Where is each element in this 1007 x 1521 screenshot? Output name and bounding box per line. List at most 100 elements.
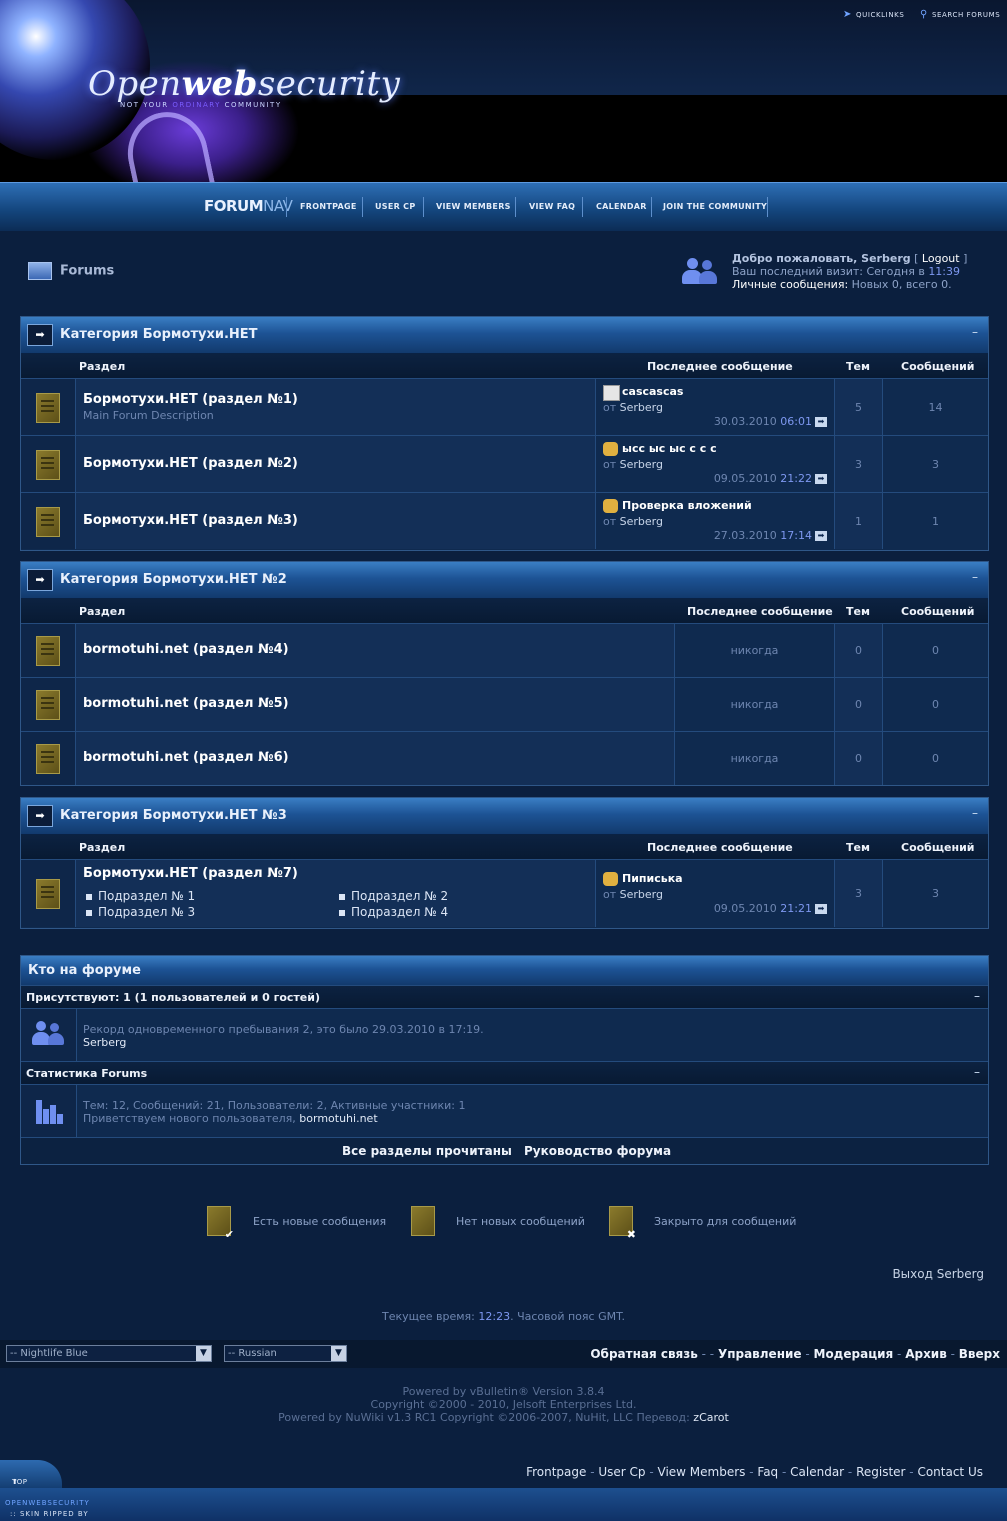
style-select[interactable]: -- Nightlife Blue ▼ — [6, 1345, 212, 1362]
username-link[interactable]: Serberg — [861, 252, 910, 265]
bottom-calendar-link[interactable]: Calendar — [790, 1465, 844, 1479]
forum-status-icon — [36, 450, 60, 480]
quicklinks-link[interactable]: ➤ QUICKLINKS — [843, 9, 904, 20]
site-logo[interactable]: Openwebsecurity — [88, 64, 400, 104]
archive-link[interactable]: Архив — [905, 1347, 947, 1361]
last-post-user[interactable]: Serberg — [620, 401, 663, 414]
last-post-user[interactable]: Serberg — [620, 888, 663, 901]
forum-link[interactable]: Бормотухи.НЕТ (раздел №3) — [83, 513, 298, 528]
nav-user-cp[interactable]: USER CP — [375, 202, 416, 211]
arrow-right-icon[interactable]: ➡ — [27, 569, 53, 591]
footer-bar: -- Nightlife Blue ▼ -- Russian ▼ Обратная … — [0, 1340, 1007, 1368]
users-online-icon — [21, 1009, 77, 1061]
column-header: Раздел Последнее сообщение Тем Сообщений — [21, 354, 988, 379]
go-to-post-icon[interactable]: ➡ — [815, 474, 827, 484]
private-messages-link[interactable]: Личные сообщения: — [732, 278, 852, 291]
forum-link[interactable]: bormotuhi.net (раздел №4) — [83, 642, 289, 657]
collapse-icon[interactable]: – — [972, 806, 978, 820]
top-link[interactable]: Вверх — [959, 1347, 1000, 1361]
category-2: ➡ Категория Бормотухи.НЕТ №2 – Раздел По… — [20, 561, 989, 786]
no-new-posts-icon — [411, 1206, 435, 1236]
stats-title: Статистика Forums — [26, 1067, 148, 1080]
forum-nav: FORUMNAV FRONTPAGE USER CP VIEW MEMBERS … — [0, 182, 1007, 231]
bottom-nav: Frontpage - User Cp - View Members - Faq… — [526, 1465, 983, 1479]
skin-author-link[interactable]: OPENWEBSECURITY — [5, 1499, 90, 1507]
online-user-link[interactable]: Serberg — [83, 1036, 126, 1049]
bottom-contact-link[interactable]: Contact Us — [917, 1465, 983, 1479]
go-to-post-icon[interactable]: ➡ — [815, 531, 827, 541]
last-post-link[interactable]: cascascas — [622, 385, 683, 398]
chevron-down-icon[interactable]: ▼ — [331, 1346, 346, 1361]
skin-credit-bar: :: SKIN RIPPED BY OPENWEBSECURITY — [0, 1488, 1007, 1521]
closed-forum-icon: ✖ — [609, 1206, 636, 1241]
last-post-user[interactable]: Serberg — [620, 458, 663, 471]
logout-link[interactable]: Logout — [922, 252, 960, 265]
search-forums-link[interactable]: ⚲ SEARCH FORUMS — [920, 9, 1000, 20]
go-to-post-icon[interactable]: ➡ — [815, 904, 827, 914]
site-header: Openwebsecurity NOT YOUR ORDINARY COMMUN… — [0, 0, 1007, 182]
nav-frontpage[interactable]: FRONTPAGE — [300, 202, 357, 211]
mark-forums-read-link[interactable]: Все разделы прочитаны — [342, 1144, 512, 1158]
last-post-link[interactable]: Проверка вложений — [622, 499, 752, 512]
last-post-link[interactable]: Пиписька — [622, 872, 683, 885]
translator-link[interactable]: zCarot — [693, 1411, 729, 1424]
online-present[interactable]: Присутствуют: 1 (1 пользователей и 0 гос… — [26, 991, 320, 1004]
back-to-top-button[interactable]: ⬆ TOP — [0, 1460, 62, 1488]
forum-link[interactable]: bormotuhi.net (раздел №6) — [83, 750, 289, 765]
moderation-link[interactable]: Модерация — [814, 1347, 894, 1361]
category-title[interactable]: Категория Бормотухи.НЕТ — [60, 327, 258, 342]
nav-view-members[interactable]: VIEW MEMBERS — [436, 202, 511, 211]
collapse-icon[interactable]: – — [974, 1065, 980, 1079]
cursor-icon: ➤ — [843, 9, 852, 20]
language-select[interactable]: -- Russian ▼ — [224, 1345, 347, 1362]
admin-link[interactable]: Управление — [718, 1347, 802, 1361]
arrow-right-icon[interactable]: ➡ — [27, 324, 53, 346]
forum-status-icon — [36, 636, 60, 666]
footer-links: Обратная связь - - Управление - Модераци… — [590, 1347, 1000, 1361]
nav-join-community[interactable]: JOIN THE COMMUNITY — [663, 202, 767, 211]
forum-link[interactable]: Бормотухи.НЕТ (раздел №1) — [83, 392, 298, 407]
forum-row: bormotuhi.net (раздел №5) никогда 0 0 — [21, 678, 988, 732]
bottom-frontpage-link[interactable]: Frontpage — [526, 1465, 586, 1479]
arrow-right-icon[interactable]: ➡ — [27, 805, 53, 827]
bottom-user-cp-link[interactable]: User Cp — [598, 1465, 645, 1479]
bottom-register-link[interactable]: Register — [856, 1465, 905, 1479]
go-to-post-icon[interactable]: ➡ — [815, 417, 827, 427]
new-posts-icon: ✔ — [207, 1206, 234, 1241]
forum-link[interactable]: Бормотухи.НЕТ (раздел №2) — [83, 456, 298, 471]
current-time: Текущее время: 12:23. Часовой пояс GMT. — [381, 1310, 625, 1323]
last-post-user[interactable]: Serberg — [620, 515, 663, 528]
copyright: Powered by vBulletin® Version 3.8.4 Copy… — [278, 1385, 729, 1424]
subforum-link[interactable]: Подраздел № 1 — [86, 889, 195, 903]
forum-row: Бормотухи.НЕТ (раздел №2) ысс ыс ыс с с … — [21, 436, 988, 493]
whos-online-title[interactable]: Кто на форуме — [28, 963, 141, 978]
bottom-view-members-link[interactable]: View Members — [658, 1465, 746, 1479]
forum-status-icon — [36, 744, 60, 774]
welcome-box: Добро пожаловать, Serberg [ Logout ] Ваш… — [732, 252, 968, 291]
forum-row: bormotuhi.net (раздел №4) никогда 0 0 — [21, 624, 988, 678]
subforum-link[interactable]: Подраздел № 2 — [339, 889, 448, 903]
bottom-faq-link[interactable]: Faq — [757, 1465, 778, 1479]
forum-guide-link[interactable]: Руководство форума — [524, 1144, 671, 1158]
subforum-link[interactable]: Подраздел № 3 — [86, 905, 195, 919]
feedback-link[interactable]: Обратная связь — [590, 1347, 697, 1361]
category-1: ➡ Категория Бормотухи.НЕТ – Раздел После… — [20, 316, 989, 551]
last-post-link[interactable]: ысс ыс ыс с с с — [622, 442, 717, 455]
forum-status-icon — [36, 879, 60, 909]
category-title[interactable]: Категория Бормотухи.НЕТ №2 — [60, 572, 287, 587]
subforum-link[interactable]: Подраздел № 4 — [339, 905, 448, 919]
forum-row: bormotuhi.net (раздел №6) никогда 0 0 — [21, 732, 988, 785]
forum-link[interactable]: Бормотухи.НЕТ (раздел №7) — [83, 866, 298, 881]
new-user-link[interactable]: bormotuhi.net — [299, 1112, 377, 1125]
collapse-icon[interactable]: – — [972, 325, 978, 339]
logout-link-bottom[interactable]: Выход Serberg — [892, 1267, 984, 1281]
chevron-down-icon[interactable]: ▼ — [196, 1346, 211, 1361]
nav-view-faq[interactable]: VIEW FAQ — [529, 202, 575, 211]
nav-calendar[interactable]: CALENDAR — [596, 202, 647, 211]
collapse-icon[interactable]: – — [974, 989, 980, 1003]
thumbs-up-icon — [603, 872, 618, 886]
category-title[interactable]: Категория Бормотухи.НЕТ №3 — [60, 808, 287, 823]
forum-link[interactable]: bormotuhi.net (раздел №5) — [83, 696, 289, 711]
users-icon — [682, 256, 718, 286]
collapse-icon[interactable]: – — [972, 570, 978, 584]
